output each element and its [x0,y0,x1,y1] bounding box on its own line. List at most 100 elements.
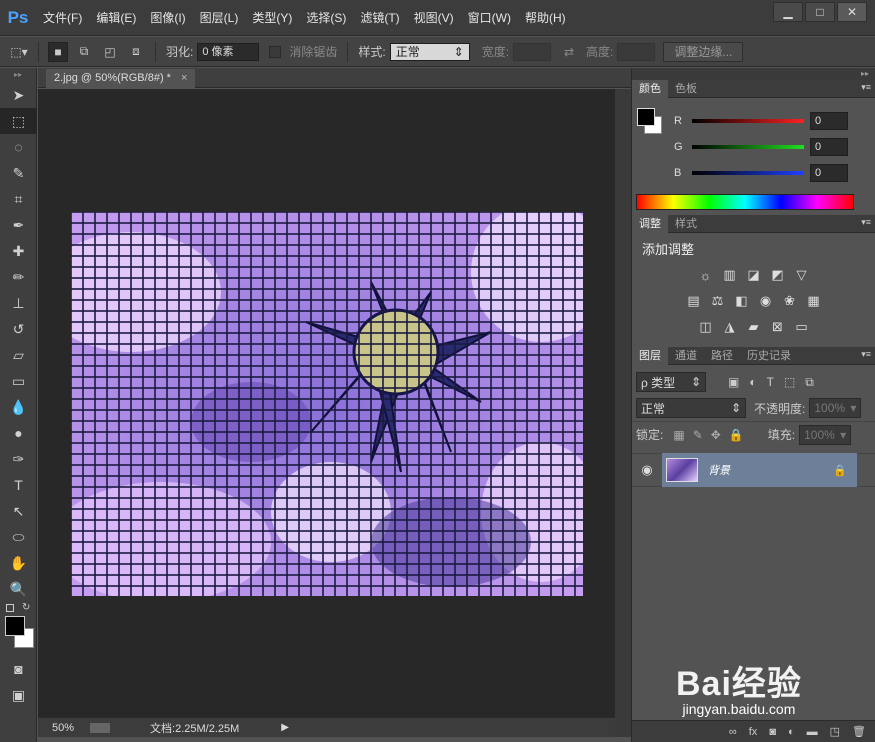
intersect-selection-icon[interactable]: ⧈ [126,42,146,62]
new-selection-icon[interactable]: ■ [48,41,68,62]
tab-adjustments[interactable]: 调整 [632,214,668,233]
color-spectrum[interactable] [636,194,854,210]
filter-shape-icon[interactable]: ⬚ [784,375,795,389]
stamp-tool-icon[interactable]: ⊥ [0,290,37,316]
gradient-map-icon[interactable]: ⊠ [767,318,789,336]
menu-select[interactable]: 选择(S) [299,0,353,36]
marquee-tool-icon[interactable]: ⬚ [0,108,37,134]
menu-edit[interactable]: 编辑(E) [89,0,143,36]
style-select[interactable]: 正常 ⇕ [389,42,470,61]
menu-view[interactable]: 视图(V) [407,0,461,36]
swap-icon[interactable]: ⇄ [559,42,579,62]
quick-select-tool-icon[interactable]: ✎ [0,160,37,186]
panel-menu-icon[interactable]: ▾≡ [861,82,871,93]
default-colors-icon[interactable] [6,604,14,612]
channel-r-slider[interactable] [692,119,804,123]
filter-type-icon[interactable]: T [767,375,774,389]
exposure-icon[interactable]: ◩ [767,266,789,284]
minimize-button[interactable]: ▁ [773,2,803,22]
add-selection-icon[interactable]: ⧉ [74,42,94,62]
layer-row[interactable]: ◉ 背景 🔒 [632,453,875,487]
dodge-tool-icon[interactable]: ● [0,420,37,446]
menu-help[interactable]: 帮助(H) [518,0,573,36]
blend-mode-select[interactable]: 正常 ⇕ [636,398,746,418]
tab-layers[interactable]: 图层 [632,346,668,365]
hue-saturation-icon[interactable]: ▤ [683,292,705,310]
opacity-input[interactable]: 100% ▾ [809,398,862,418]
foreground-color-swatch[interactable] [5,616,25,636]
document-tab[interactable]: 2.jpg @ 50%(RGB/8#) * × [46,69,196,88]
eye-icon[interactable]: ◉ [632,462,662,478]
selective-color-icon[interactable]: ▭ [791,318,813,336]
channel-g-input[interactable]: 0 [810,138,848,156]
crop-tool-icon[interactable]: ⌗ [0,186,37,212]
brightness-icon[interactable]: ☼ [695,266,717,284]
channel-b-input[interactable]: 0 [810,164,848,182]
tab-color[interactable]: 颜色 [632,79,668,98]
filter-adjust-icon[interactable]: ◐ [749,375,756,389]
layer-body[interactable]: 背景 🔒 [662,453,857,487]
invert-icon[interactable]: ◫ [695,318,717,336]
tab-styles[interactable]: 样式 [668,215,704,233]
history-brush-tool-icon[interactable]: ↺ [0,316,37,342]
vibrance-icon[interactable]: ▽ [791,266,813,284]
black-white-icon[interactable]: ◧ [731,292,753,310]
collapse-icon[interactable]: ▸▸ [0,68,36,82]
photo-filter-icon[interactable]: ◉ [755,292,777,310]
menu-image[interactable]: 图像(I) [143,0,192,36]
document-image[interactable] [71,212,583,596]
antialias-checkbox[interactable] [269,45,282,58]
photoshop-logo[interactable]: Ps [0,0,36,36]
eraser-tool-icon[interactable]: ▱ [0,342,37,368]
filter-image-icon[interactable]: ▣ [728,375,739,389]
fx-icon[interactable]: fx [749,726,758,738]
tab-swatches[interactable]: 色板 [668,80,704,98]
menu-filter[interactable]: 滤镜(T) [353,0,406,36]
maximize-button[interactable]: □ [805,2,835,22]
refine-edge-button[interactable]: 调整边缘... [663,41,744,62]
link-icon[interactable]: ∞ [729,726,737,738]
fill-input[interactable]: 100% ▾ [799,424,852,445]
blur-tool-icon[interactable]: 💧 [0,394,37,420]
color-balance-icon[interactable]: ⚖ [707,292,729,310]
lasso-tool-icon[interactable]: ◌ [0,134,37,160]
layer-filter-select[interactable]: ρ 类型 ⇕ [636,372,706,392]
swap-colors-icon[interactable]: ↻ [22,602,30,613]
posterize-icon[interactable]: ◮ [719,318,741,336]
feather-input[interactable]: 0 像素 [197,42,260,61]
close-button[interactable]: ✕ [837,2,867,22]
filter-smart-icon[interactable]: ⧉ [805,375,814,390]
height-input[interactable] [617,42,656,61]
close-tab-icon[interactable]: × [181,69,187,88]
type-tool-icon[interactable]: T [0,472,37,498]
screen-mode-icon[interactable]: ▣ [0,682,37,708]
pen-tool-icon[interactable]: ✑ [0,446,37,472]
menu-layer[interactable]: 图层(L) [193,0,246,36]
panel-menu-icon[interactable]: ▾≡ [861,217,871,228]
subtract-selection-icon[interactable]: ◰ [100,42,120,62]
panel-collapse-icon[interactable]: ▸▸ [632,68,875,80]
panel-menu-icon[interactable]: ▾≡ [861,349,871,360]
menu-type[interactable]: 类型(Y) [245,0,299,36]
move-tool-icon[interactable]: ➤ [0,82,37,108]
path-select-tool-icon[interactable]: ↖ [0,498,37,524]
width-input[interactable] [513,42,552,61]
channel-g-slider[interactable] [692,145,804,149]
quick-mask-icon[interactable]: ◙ [0,656,37,682]
channel-mixer-icon[interactable]: ❀ [779,292,801,310]
zoom-level[interactable]: 50% [52,722,74,734]
brush-tool-icon[interactable]: ✏ [0,264,37,290]
lock-pixels-icon[interactable]: ▦ [673,428,684,442]
threshold-icon[interactable]: ▰ [743,318,765,336]
tab-history[interactable]: 历史记录 [740,347,798,365]
hand-tool-icon[interactable]: ✋ [0,550,37,576]
tab-paths[interactable]: 路径 [704,347,740,365]
curves-icon[interactable]: ◪ [743,266,765,284]
eyedropper-tool-icon[interactable]: ✒ [0,212,37,238]
status-arrow-icon[interactable]: ▶ [281,722,289,733]
healing-brush-tool-icon[interactable]: ✚ [0,238,37,264]
adjustment-layer-icon[interactable]: ◐ [788,726,795,738]
lock-position-icon[interactable]: ✥ [711,428,721,442]
channel-r-input[interactable]: 0 [810,112,848,130]
channel-b-slider[interactable] [692,171,804,175]
